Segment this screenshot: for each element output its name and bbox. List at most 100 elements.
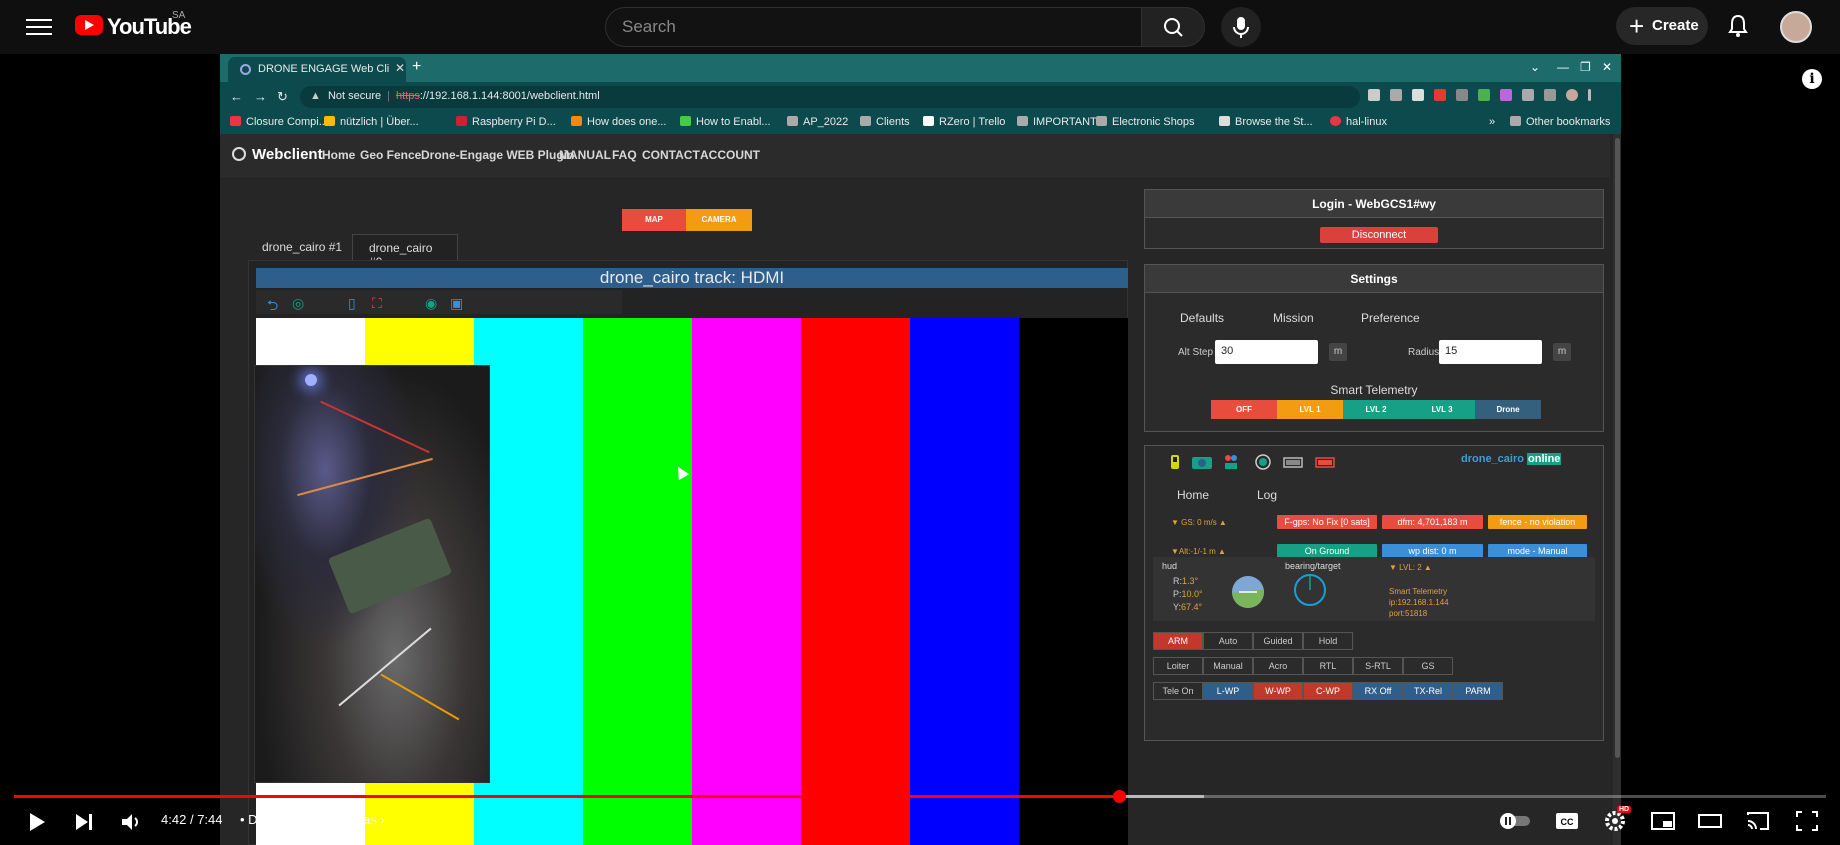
w-wp-button[interactable]: W-WP [1253, 682, 1303, 700]
gs-button[interactable]: GS [1403, 657, 1453, 675]
close-window-icon[interactable]: ✕ [1602, 60, 1612, 74]
st-lvl3-button[interactable]: LVL 3 [1409, 400, 1475, 419]
search-input[interactable]: Search [605, 7, 1142, 47]
rtl-button[interactable]: RTL [1303, 657, 1353, 675]
chapter-title[interactable]: • Demo with 2 Cameras › [240, 812, 385, 827]
miniplayer-icon[interactable] [1651, 811, 1675, 831]
reload-icon[interactable]: ↻ [277, 89, 288, 105]
disconnect-button[interactable]: Disconnect [1320, 227, 1438, 243]
radius-input[interactable]: 15 [1439, 340, 1542, 364]
bookmark-item[interactable]: Browse the St... [1219, 116, 1313, 128]
cast-icon[interactable] [1746, 811, 1770, 831]
volume-icon[interactable] [120, 812, 142, 832]
parm-button[interactable]: PARM [1453, 682, 1503, 700]
more-bookmarks-icon[interactable]: » [1489, 116, 1495, 128]
settings-tab-defaults[interactable]: Defaults [1180, 311, 1224, 325]
st-off-button[interactable]: OFF [1211, 400, 1277, 419]
tab-search-icon[interactable]: ⌄ [1530, 60, 1540, 74]
youtube-logo-icon[interactable] [75, 15, 103, 35]
st-lvl2-button[interactable]: LVL 2 [1343, 400, 1409, 419]
ground-speed-label[interactable]: ▼ GS: 0 m/s ▲ [1171, 518, 1227, 527]
back-icon[interactable]: ← [230, 89, 243, 104]
nav-account[interactable]: ACCOUNT [700, 148, 760, 162]
bookmark-item[interactable]: Raspberry Pi D... [456, 116, 556, 128]
target-icon[interactable]: ◎ [292, 295, 304, 312]
bookmark-folder[interactable]: Electronic Shops [1096, 116, 1195, 128]
guided-button[interactable]: Guided [1253, 632, 1303, 650]
loiter-button[interactable]: Loiter [1153, 657, 1203, 675]
browser-tab[interactable]: DRONE ENGAGE Web Cli ✕ [228, 57, 406, 82]
other-bookmarks[interactable]: Other bookmarks [1510, 116, 1610, 128]
tab-drone-1[interactable]: drone_cairo #1 [246, 234, 358, 260]
acro-button[interactable]: Acro [1253, 657, 1303, 675]
drone-tab-home[interactable]: Home [1177, 488, 1209, 502]
bookmark-item[interactable]: Closure Compi... [230, 116, 328, 128]
restore-icon[interactable]: ❐ [1580, 60, 1591, 74]
bookmark-item[interactable]: hal-linux [1330, 116, 1387, 128]
settings-gear-icon[interactable] [1604, 810, 1626, 832]
bookmark-item[interactable]: nützlich | Über... [324, 116, 419, 128]
page-scrollbar-thumb[interactable] [1615, 138, 1620, 758]
info-icon[interactable]: i [1802, 69, 1822, 89]
rotate-icon[interactable]: ⮌ [267, 295, 278, 319]
map-button[interactable]: MAP [622, 209, 686, 231]
l-wp-button[interactable]: L-WP [1203, 682, 1253, 700]
share-icon[interactable] [1390, 89, 1402, 101]
notifications-bell-icon[interactable] [1727, 14, 1749, 38]
tx-rel-button[interactable]: TX-Rel [1403, 682, 1453, 700]
hamburger-menu-icon[interactable] [22, 14, 56, 40]
new-tab-button[interactable]: + [412, 58, 421, 76]
altitude-label[interactable]: ▼Alt:-1/-1 m ▲ [1171, 547, 1226, 556]
manual-button[interactable]: Manual [1203, 657, 1253, 675]
bookmark-item[interactable]: RZero | Trello [923, 116, 1005, 128]
autoplay-toggle-icon[interactable] [1498, 812, 1532, 830]
nav-home[interactable]: Home [322, 148, 355, 162]
puzzle-icon[interactable] [1522, 89, 1534, 101]
settings-tab-preference[interactable]: Preference [1361, 311, 1420, 325]
bookmark-folder[interactable]: IMPORTANT [1017, 116, 1097, 128]
profile-icon[interactable] [1566, 89, 1578, 101]
star-icon[interactable] [1412, 89, 1424, 101]
record-icon[interactable] [1255, 454, 1271, 470]
bookmark-folder[interactable]: Clients [860, 116, 910, 128]
window-icon[interactable]: ▯ [348, 295, 356, 312]
location-icon[interactable] [1368, 89, 1380, 101]
telemetry-level-label[interactable]: ▼ LVL: 2 ▲ [1389, 563, 1432, 572]
next-icon[interactable] [74, 812, 94, 832]
extension-icon[interactable] [1478, 89, 1490, 101]
voice-search-button[interactable] [1221, 7, 1261, 47]
forward-icon[interactable]: → [254, 89, 267, 104]
rx-off-button[interactable]: RX Off [1353, 682, 1403, 700]
fullscreen-icon[interactable] [1796, 811, 1818, 831]
srtl-button[interactable]: S-RTL [1353, 657, 1403, 675]
play-icon[interactable] [28, 812, 46, 832]
extension-icon[interactable] [1456, 89, 1468, 101]
snapshot-camera-icon[interactable]: ▣ [450, 295, 463, 312]
st-drone-button[interactable]: Drone [1475, 400, 1541, 419]
st-lvl1-button[interactable]: LVL 1 [1277, 400, 1343, 419]
nav-contact[interactable]: CONTACT [642, 148, 700, 162]
kebab-menu-icon[interactable] [1588, 89, 1591, 101]
nav-manual[interactable]: MANUAL [559, 148, 611, 162]
settings-tab-mission[interactable]: Mission [1273, 311, 1314, 325]
address-bar[interactable]: ▲ Not secure | https://192.168.1.144:8001/… [300, 86, 1360, 108]
minimize-icon[interactable]: — [1557, 60, 1569, 74]
hold-button[interactable]: Hold [1303, 632, 1353, 650]
nav-web-plugin[interactable]: Drone-Engage WEB Plugin [421, 148, 574, 162]
side-panel-icon[interactable] [1544, 89, 1556, 101]
auto-button[interactable]: Auto [1203, 632, 1253, 650]
bookmark-item[interactable]: How to Enabl... [680, 116, 771, 128]
bookmark-folder[interactable]: AP_2022 [787, 116, 848, 128]
video-call-icon[interactable] [1223, 454, 1239, 470]
extension-icon[interactable] [1500, 89, 1512, 101]
record-icon[interactable]: ◉ [425, 295, 437, 312]
brand[interactable]: Webclient [232, 146, 323, 163]
nav-geo-fence[interactable]: Geo Fence [360, 148, 421, 162]
theater-mode-icon[interactable] [1698, 811, 1722, 831]
progress-scrubber[interactable] [1113, 790, 1126, 803]
camera-button[interactable]: CAMERA [686, 209, 752, 231]
close-tab-icon[interactable]: ✕ [395, 61, 405, 75]
tele-on-button[interactable]: Tele On [1153, 682, 1203, 700]
tab-drone-0[interactable]: drone_cairo #0 [352, 234, 458, 269]
camera-icon[interactable] [1191, 454, 1213, 470]
